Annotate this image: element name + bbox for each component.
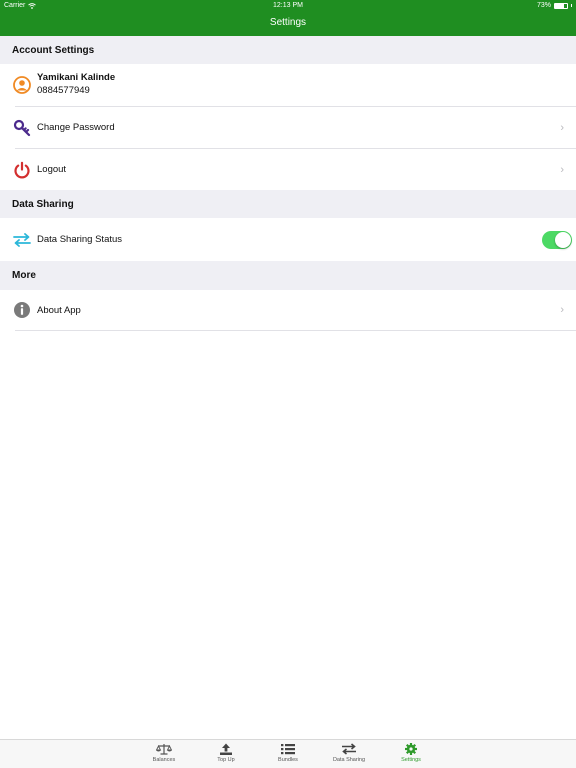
change-password-label: Change Password: [37, 122, 115, 133]
user-profile-row[interactable]: Yamikani Kalinde 0884577949: [0, 64, 576, 106]
battery-percent: 73%: [536, 2, 551, 9]
about-app-row[interactable]: About App ›: [0, 290, 576, 330]
tab-bar: Balances Top Up Bundles Data Sharing Set…: [0, 739, 576, 768]
section-header-data-sharing: Data Sharing: [0, 190, 576, 218]
tab-label: Bundles: [278, 757, 298, 763]
chevron-right-icon: ›: [560, 163, 564, 176]
section-header-account: Account Settings: [0, 36, 576, 64]
upload-icon: [220, 743, 232, 755]
tab-top-up[interactable]: Top Up: [196, 743, 256, 763]
page-title: Settings: [269, 17, 307, 28]
logout-label: Logout: [37, 164, 67, 175]
data-sharing-status-row: Data Sharing Status: [0, 218, 576, 261]
divider: [15, 330, 576, 331]
data-sharing-toggle[interactable]: [542, 230, 572, 249]
chevron-right-icon: ›: [560, 304, 564, 316]
gear-icon: [405, 743, 417, 755]
tab-label: Data Sharing: [332, 757, 366, 763]
tab-label: Settings: [401, 757, 421, 763]
tab-bundles[interactable]: Bundles: [258, 743, 318, 763]
user-phone: 0884577949: [37, 85, 90, 96]
about-app-label: About App: [37, 304, 81, 316]
battery-icon: [554, 2, 568, 9]
change-password-row[interactable]: Change Password ›: [0, 107, 576, 148]
info-icon: [12, 300, 32, 320]
toggle-knob: [555, 231, 571, 248]
user-icon: [12, 75, 32, 95]
tab-data-sharing[interactable]: Data Sharing: [319, 743, 379, 763]
power-icon: [12, 160, 32, 180]
balance-scale-icon: [156, 744, 172, 755]
status-bar: Carrier 12:13 PM 73%: [0, 0, 576, 12]
top-bar: Carrier 12:13 PM 73% Settings: [0, 0, 576, 36]
exchange-icon: [12, 230, 32, 250]
tab-settings[interactable]: Settings: [381, 743, 441, 763]
exchange-icon: [342, 743, 356, 755]
status-time: 12:13 PM: [273, 2, 303, 9]
tab-balances[interactable]: Balances: [134, 743, 194, 763]
tab-label: Balances: [152, 757, 176, 763]
tab-label: Top Up: [217, 757, 235, 763]
list-icon: [281, 744, 295, 755]
logout-row[interactable]: Logout ›: [0, 149, 576, 190]
chevron-right-icon: ›: [560, 121, 564, 134]
user-name: Yamikani Kalinde: [37, 72, 116, 83]
key-icon: [12, 118, 32, 138]
data-sharing-status-label: Data Sharing Status: [37, 234, 123, 245]
section-header-more: More: [0, 261, 576, 290]
